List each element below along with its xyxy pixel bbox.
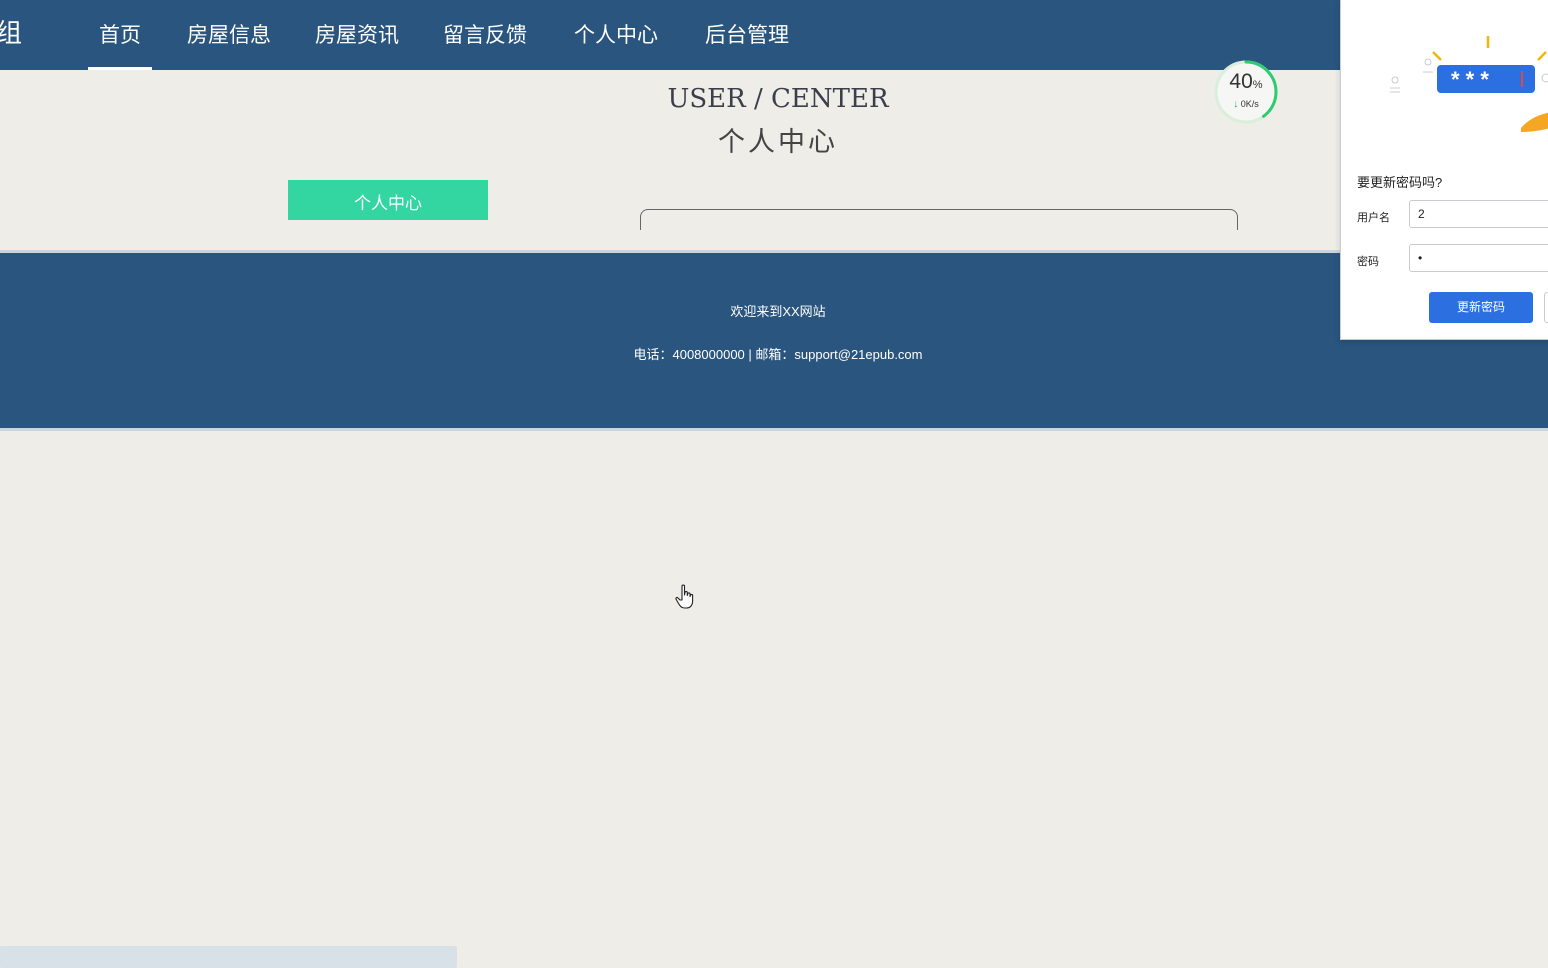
site-logo-text[interactable]: 组 xyxy=(0,16,22,52)
update-password-popup: * * * 要更新密码吗? 用户名 2 密码 • 更新密码 xyxy=(1340,0,1548,340)
nav-item-feedback[interactable]: 留言反馈 xyxy=(440,0,530,70)
footer: 欢迎来到XX网站 电话：4008000000 | 邮箱：support@21ep… xyxy=(0,253,1548,428)
username-field[interactable]: 2 xyxy=(1409,200,1548,228)
footer-welcome: 欢迎来到XX网站 xyxy=(730,304,826,319)
hand-cursor-icon xyxy=(675,584,694,609)
download-arrow-icon: ↓ xyxy=(1233,99,1239,110)
nav-item-house-news[interactable]: 房屋资讯 xyxy=(312,0,402,70)
password-illustration-icon: * * * xyxy=(1390,36,1548,132)
update-password-button[interactable]: 更新密码 xyxy=(1429,292,1533,323)
dismiss-button[interactable] xyxy=(1544,292,1548,323)
nav-item-home[interactable]: 首页 xyxy=(88,0,152,70)
update-password-question: 要更新密码吗? xyxy=(1357,175,1443,190)
password-label: 密码 xyxy=(1357,256,1379,268)
username-label: 用户名 xyxy=(1357,212,1390,224)
page-title-en: USER / CENTER xyxy=(667,84,889,114)
user-center-side-button[interactable]: 个人中心 xyxy=(288,180,488,220)
password-mask-text: * * * xyxy=(1451,67,1489,92)
speed-rate: ↓ 0K/s xyxy=(1233,99,1259,110)
nav-item-user-center[interactable]: 个人中心 xyxy=(571,0,661,70)
nav-item-admin[interactable]: 后台管理 xyxy=(702,0,792,70)
page-title-cn: 个人中心 xyxy=(718,127,838,158)
content-panel xyxy=(640,209,1238,230)
speed-percent: 40% xyxy=(1229,70,1263,93)
footer-contact: 电话：4008000000 | 邮箱：support@21epub.com xyxy=(633,347,923,362)
horizontal-scrollbar[interactable] xyxy=(0,946,457,968)
network-speed-widget[interactable]: 40% ↓ 0K/s xyxy=(1212,58,1280,126)
top-navbar: 组 首页 房屋信息 房屋资讯 留言反馈 个人中心 后台管理 xyxy=(0,0,1548,70)
password-field[interactable]: • xyxy=(1409,244,1548,272)
nav-item-house-info[interactable]: 房屋信息 xyxy=(184,0,274,70)
footer-divider xyxy=(0,428,1548,431)
